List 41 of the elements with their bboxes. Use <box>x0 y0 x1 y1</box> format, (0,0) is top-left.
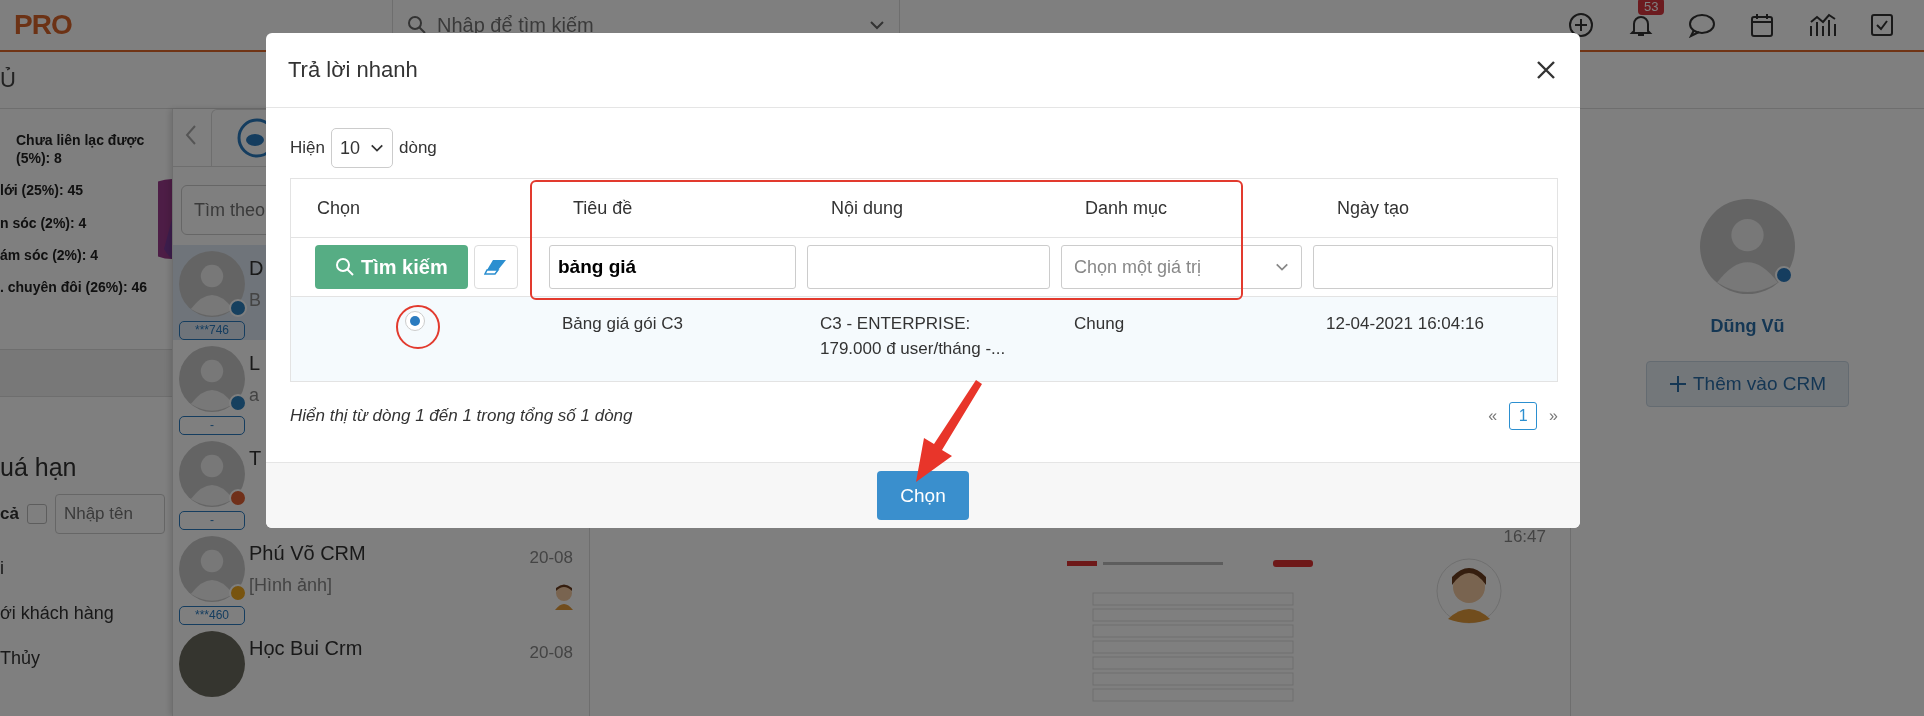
phone-tag: - <box>179 511 245 530</box>
contact-name: Phú Võ CRM <box>249 542 366 565</box>
checkbox-label: cả <box>0 504 19 524</box>
message-preview: a <box>249 385 259 406</box>
column-header: Chọn <box>316 197 362 219</box>
table-cell-text: Bảng giá gói C3 <box>561 313 684 335</box>
notification-badge: 53 <box>1638 0 1665 15</box>
message-date: 20-08 <box>529 548 573 568</box>
table-cell-text: 12-04-2021 16:04:16 <box>1325 313 1485 335</box>
phone-tag: ***746 <box>179 321 245 340</box>
show-label: Hiện <box>290 138 325 158</box>
list-text: Thủy <box>0 648 42 669</box>
page-title: Ủ <box>0 67 16 93</box>
table-cell-text: Chung <box>1073 313 1126 335</box>
results-summary: Hiển thị từ dòng 1 đến 1 trong tổng số 1 dòng <box>290 406 633 426</box>
column-header: Tiêu đề <box>572 197 634 219</box>
chart-label: . chuyên đôi (26%): 46 <box>0 277 149 297</box>
dialog-title: Trả lời nhanh <box>288 57 418 83</box>
contact-name: Dũng Vũ <box>1710 316 1785 337</box>
message-preview: [Hình ảnh] <box>249 575 333 596</box>
rows-label: dòng <box>399 138 437 158</box>
column-header: Danh mục <box>1084 197 1169 219</box>
column-header: Nội dung <box>830 197 905 219</box>
logo: PRO <box>13 9 73 41</box>
list-text: i <box>0 558 5 579</box>
chart-label: ám sóc (2%): 4 <box>0 245 100 264</box>
table-cell-text: C3 - ENTERPRISE: 179.000 đ user/tháng -... <box>819 313 1007 360</box>
phone-tag: ***460 <box>179 606 245 625</box>
chart-label: lới (25%): 45 <box>0 181 85 200</box>
chart-label: Chưa liên lạc được (5%): 8 <box>15 131 146 168</box>
contact-name: L <box>249 352 261 375</box>
list-text: ới khách hàng <box>0 603 115 624</box>
contact-name: D <box>249 257 264 280</box>
phone-tag: - <box>179 416 245 435</box>
contact-name: Học Bui Crm <box>249 637 363 660</box>
message-time: 16:47 <box>1503 527 1546 547</box>
chart-label: n sóc (2%): 4 <box>0 213 88 232</box>
message-date: 20-08 <box>529 643 573 663</box>
section-title: uá hạn <box>0 453 78 482</box>
contact-name: T <box>249 447 262 470</box>
column-header: Ngày tạo <box>1336 197 1411 219</box>
